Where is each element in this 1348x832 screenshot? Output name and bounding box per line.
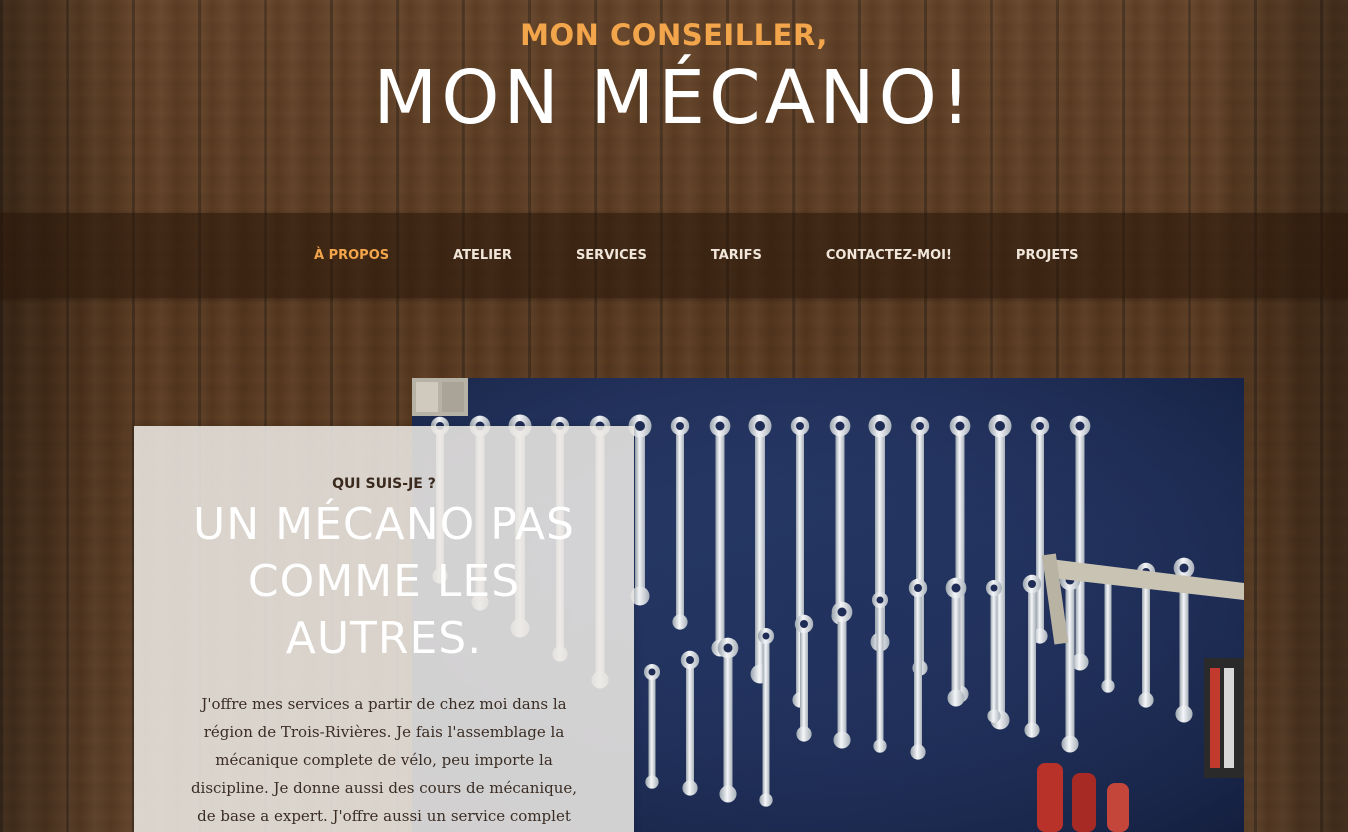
nav-item-services[interactable]: SERVICES [544, 240, 679, 271]
nav-item-contactez-moi[interactable]: CONTACTEZ-MOI! [794, 240, 984, 271]
site-header: MON CONSEILLER, MON MÉCANO! [0, 0, 1348, 213]
main-navigation: À PROPOS ATELIER SERVICES TARIFS CONTACT… [0, 213, 1348, 298]
nav-item-a-propos[interactable]: À PROPOS [282, 240, 421, 271]
site-tagline: MON CONSEILLER, [520, 18, 828, 52]
nav-item-projets[interactable]: PROJETS [984, 240, 1111, 271]
about-card: QUI SUIS-JE ? UN MÉCANO PAS COMME LES AU… [134, 426, 634, 832]
nav-list: À PROPOS ATELIER SERVICES TARIFS CONTACT… [282, 213, 1096, 298]
about-heading: UN MÉCANO PAS COMME LES AUTRES. [193, 499, 575, 664]
site-title: MON MÉCANO! [373, 55, 975, 141]
about-description: J'offre mes services a partir de chez mo… [190, 695, 578, 825]
nav-item-tarifs[interactable]: TARIFS [679, 240, 794, 271]
nav-item-atelier[interactable]: ATELIER [421, 240, 544, 271]
about-kicker: QUI SUIS-JE ? [332, 476, 436, 492]
